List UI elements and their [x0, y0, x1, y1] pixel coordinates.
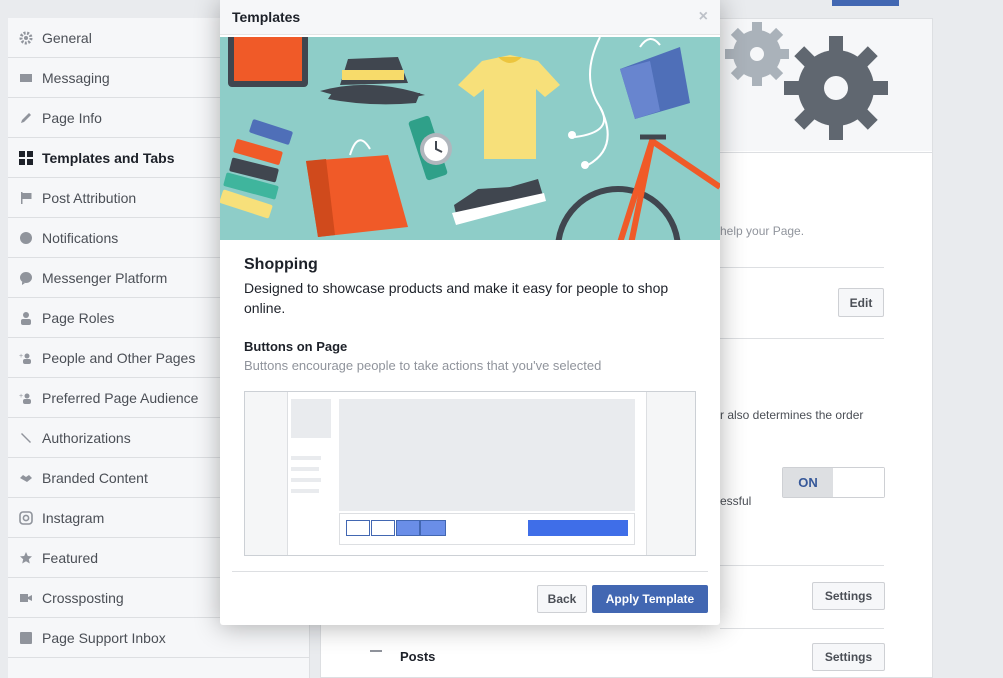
- globe-icon: [18, 230, 34, 246]
- settings-button[interactable]: Settings: [812, 582, 885, 610]
- sidebar-item-label: Messaging: [42, 69, 110, 86]
- video-icon: [18, 590, 34, 606]
- template-description: Designed to showcase products and make i…: [244, 280, 669, 316]
- shopping-hero-illustration: [219, 29, 722, 312]
- sidebar-item-label: Authorizations: [42, 429, 131, 446]
- person-icon: [18, 310, 34, 326]
- star-icon: [18, 550, 34, 566]
- message-icon: [18, 70, 34, 86]
- divider: [720, 628, 884, 629]
- instagram-icon: [18, 510, 34, 526]
- preview-nav-line: [291, 467, 319, 471]
- section-description: Buttons encourage people to take actions…: [244, 358, 602, 373]
- order-text: r also determines the order: [720, 408, 864, 422]
- apply-template-button[interactable]: Apply Template: [592, 585, 708, 613]
- preview-button-outline: [346, 520, 370, 536]
- people-icon: +: [18, 350, 34, 366]
- sidebar-item-label: Templates and Tabs: [42, 149, 175, 166]
- gear-icon: [18, 30, 34, 46]
- preview-nav-line: [291, 478, 321, 482]
- page-buttons-preview: [244, 391, 696, 556]
- sidebar-item-label: General: [42, 29, 92, 46]
- sidebar-item-label: Instagram: [42, 509, 105, 526]
- toggle-on-state[interactable]: ON: [783, 468, 833, 497]
- sidebar-item-label: Notifications: [42, 229, 119, 246]
- gears-icon: [725, 22, 888, 140]
- flag-icon: [18, 190, 34, 206]
- toggle-off-state[interactable]: [833, 468, 884, 497]
- sidebar-item-label: People and Other Pages: [42, 349, 196, 366]
- svg-text:+: +: [19, 393, 23, 400]
- divider: [720, 267, 884, 268]
- grid-icon: [18, 150, 34, 166]
- sidebar-item-label: Featured: [42, 549, 99, 566]
- section-title: Buttons on Page: [244, 339, 348, 354]
- top-tab-indicator: [832, 0, 899, 6]
- gears-illustration: [720, 18, 900, 148]
- preview-button-outline: [371, 520, 395, 536]
- template-dialog: Templates × Shopping Designed to showcas…: [219, 0, 722, 625]
- preview-button-filled: [420, 520, 446, 536]
- sidebar-item-label: Page Info: [42, 109, 102, 126]
- sidebar-item-label: Post Attribution: [42, 189, 137, 206]
- preview-button-filled: [396, 520, 420, 536]
- people-icon: +: [18, 390, 34, 406]
- preview-cover-photo: [339, 399, 635, 511]
- preview-nav-line: [291, 489, 319, 493]
- pencil-icon: [18, 110, 34, 126]
- edit-button[interactable]: Edit: [838, 288, 884, 317]
- preview-primary-button: [528, 520, 628, 536]
- on-off-toggle[interactable]: ON: [782, 467, 885, 498]
- settings-button[interactable]: Settings: [812, 643, 885, 671]
- successful-text: essful: [720, 494, 752, 508]
- wrench-icon: [18, 430, 34, 446]
- sidebar-item-label: Page Roles: [42, 309, 115, 326]
- divider: [720, 338, 884, 339]
- close-icon[interactable]: ×: [699, 8, 708, 26]
- messenger-icon: [18, 270, 34, 286]
- help-text: help your Page.: [720, 224, 805, 238]
- sidebar-item-label: Branded Content: [42, 469, 148, 486]
- dialog-title: Templates: [232, 9, 301, 25]
- divider: [720, 565, 884, 566]
- dialog-header: Templates ×: [220, 0, 720, 35]
- sidebar-item-label: Messenger Platform: [42, 269, 168, 286]
- handshake-icon: [18, 470, 34, 486]
- drag-handle-icon[interactable]: [370, 650, 382, 652]
- template-name: Shopping: [244, 256, 318, 273]
- svg-text:+: +: [19, 353, 23, 360]
- frame-illustration: [228, 29, 308, 87]
- posts-tab-label: Posts: [400, 649, 436, 664]
- sidebar-item-label: Crossposting: [42, 589, 124, 606]
- sidebar-item-label: Page Support Inbox: [42, 629, 166, 646]
- footer-divider: [232, 571, 708, 572]
- preview-profile-pic: [291, 399, 331, 438]
- facebook-icon: [18, 630, 34, 646]
- preview-nav-line: [291, 456, 321, 460]
- sidebar-item-label: Preferred Page Audience: [42, 389, 199, 406]
- back-button[interactable]: Back: [537, 585, 587, 613]
